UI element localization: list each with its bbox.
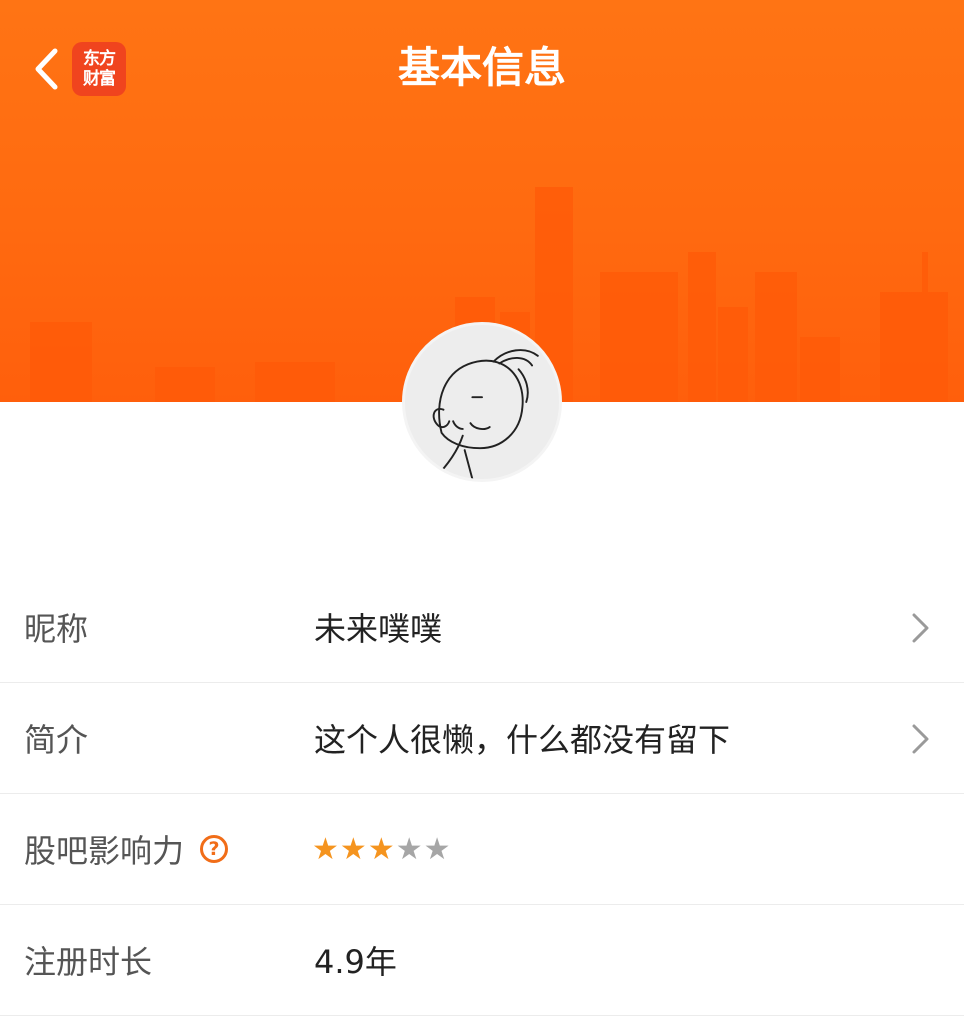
star-filled-icon: ★	[367, 831, 396, 867]
avatar[interactable]	[402, 322, 562, 482]
nickname-label: 昵称	[24, 610, 89, 648]
page-title: 基本信息	[397, 43, 566, 92]
registration-label: 注册时长	[24, 943, 153, 981]
bio-value: 这个人很懒，什么都没有留下	[314, 721, 731, 759]
influence-row: 股吧影响力 ? ★★★★★	[0, 794, 964, 905]
influence-label: 股吧影响力	[24, 832, 185, 870]
star-empty-icon: ★	[423, 831, 452, 867]
influence-rating: ★★★★★	[312, 832, 452, 867]
bio-label: 简介	[24, 721, 89, 759]
star-filled-icon: ★	[312, 831, 340, 867]
star-filled-icon: ★	[339, 831, 368, 867]
influence-label-group: 股吧影响力 ?	[24, 826, 229, 872]
nickname-value: 未来噗噗	[314, 610, 443, 648]
registration-row: 注册时长 4.9年	[0, 905, 964, 1016]
profile-info-list: 昵称 未来噗噗 简介 这个人很懒，什么都没有留下 股吧影响力 ? ★★★★★ 注…	[0, 572, 964, 1016]
bio-row[interactable]: 简介 这个人很懒，什么都没有留下	[0, 683, 964, 794]
help-icon[interactable]: ?	[200, 835, 229, 863]
avatar-image	[405, 325, 559, 479]
chevron-right-icon	[912, 613, 929, 643]
nickname-row[interactable]: 昵称 未来噗噗	[0, 572, 964, 683]
chevron-right-icon	[912, 724, 929, 754]
star-empty-icon: ★	[395, 831, 424, 867]
registration-value: 4.9年	[314, 943, 397, 981]
